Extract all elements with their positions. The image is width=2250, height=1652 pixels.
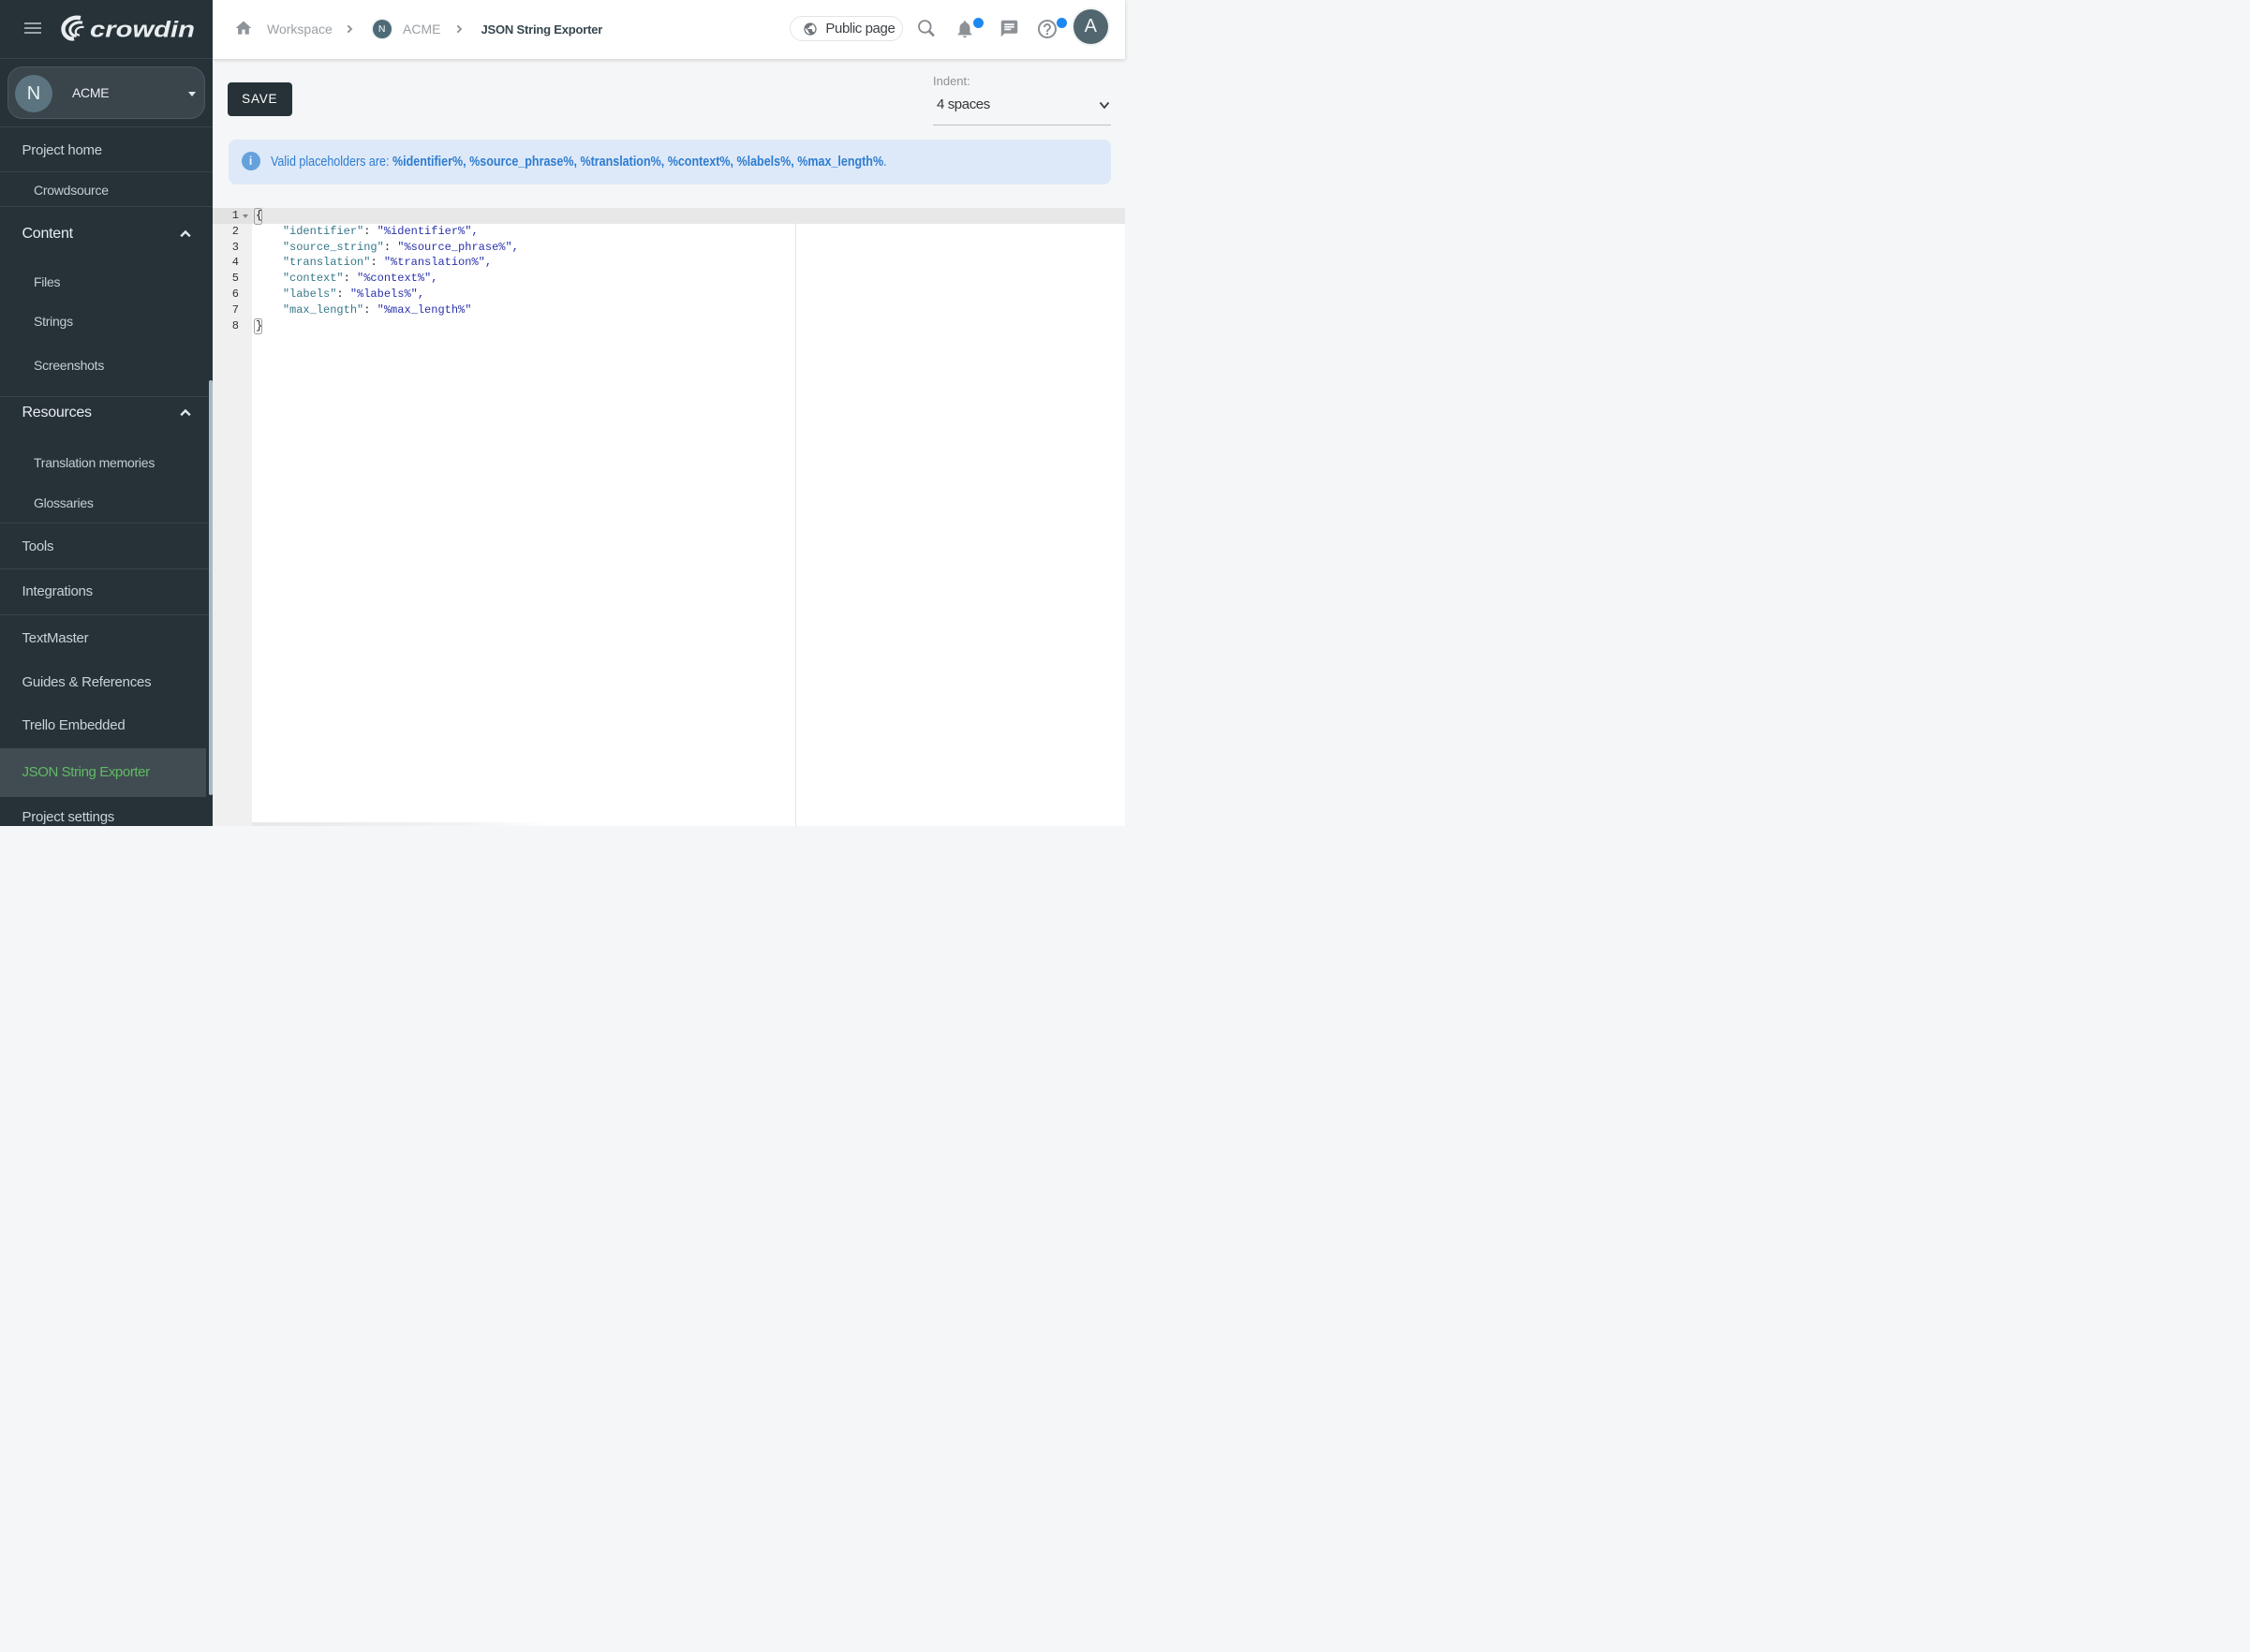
svg-text:crowdin: crowdin: [90, 18, 195, 42]
